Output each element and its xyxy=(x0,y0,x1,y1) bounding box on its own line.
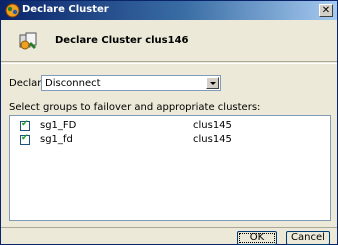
dropdown-button[interactable] xyxy=(206,77,219,89)
cancel-button[interactable]: Cancel xyxy=(286,231,330,245)
group-name: sg1_fd xyxy=(40,134,73,145)
title-bar[interactable]: Declare Cluster ✕ xyxy=(1,1,337,20)
group-checkbox[interactable]: ✔ xyxy=(20,133,30,145)
checkmark-icon: ✔ xyxy=(21,133,29,143)
close-button[interactable]: ✕ xyxy=(319,4,333,17)
header-divider xyxy=(1,63,337,64)
declare-selected-value: Disconnect xyxy=(45,78,101,89)
groups-label: Select groups to failover and appropriat… xyxy=(9,102,261,113)
declare-cluster-icon xyxy=(19,32,37,50)
checkmark-icon: ✔ xyxy=(21,119,29,129)
list-item[interactable]: ✔ sg1_fd clus145 xyxy=(10,133,330,147)
declare-cluster-dialog: Declare Cluster ✕ Declare Cluster clus14… xyxy=(0,0,338,245)
cluster-name: clus145 xyxy=(193,120,232,131)
footer-divider xyxy=(1,227,337,228)
chevron-down-icon xyxy=(210,82,216,85)
list-item[interactable]: ✔ sg1_FD clus145 xyxy=(10,119,330,133)
window-title: Declare Cluster xyxy=(22,4,109,15)
groups-list[interactable]: ✔ sg1_FD clus145 ✔ sg1_fd clus145 xyxy=(9,115,331,221)
cluster-app-icon xyxy=(5,3,20,18)
header-band: Declare Cluster clus146 xyxy=(1,20,337,62)
group-checkbox[interactable]: ✔ xyxy=(20,119,30,131)
header-title: Declare Cluster clus146 xyxy=(55,35,189,46)
cluster-name: clus145 xyxy=(193,134,232,145)
ok-button[interactable]: OK xyxy=(237,231,277,245)
declare-dropdown[interactable]: Disconnect xyxy=(41,75,221,91)
group-name: sg1_FD xyxy=(40,120,77,131)
